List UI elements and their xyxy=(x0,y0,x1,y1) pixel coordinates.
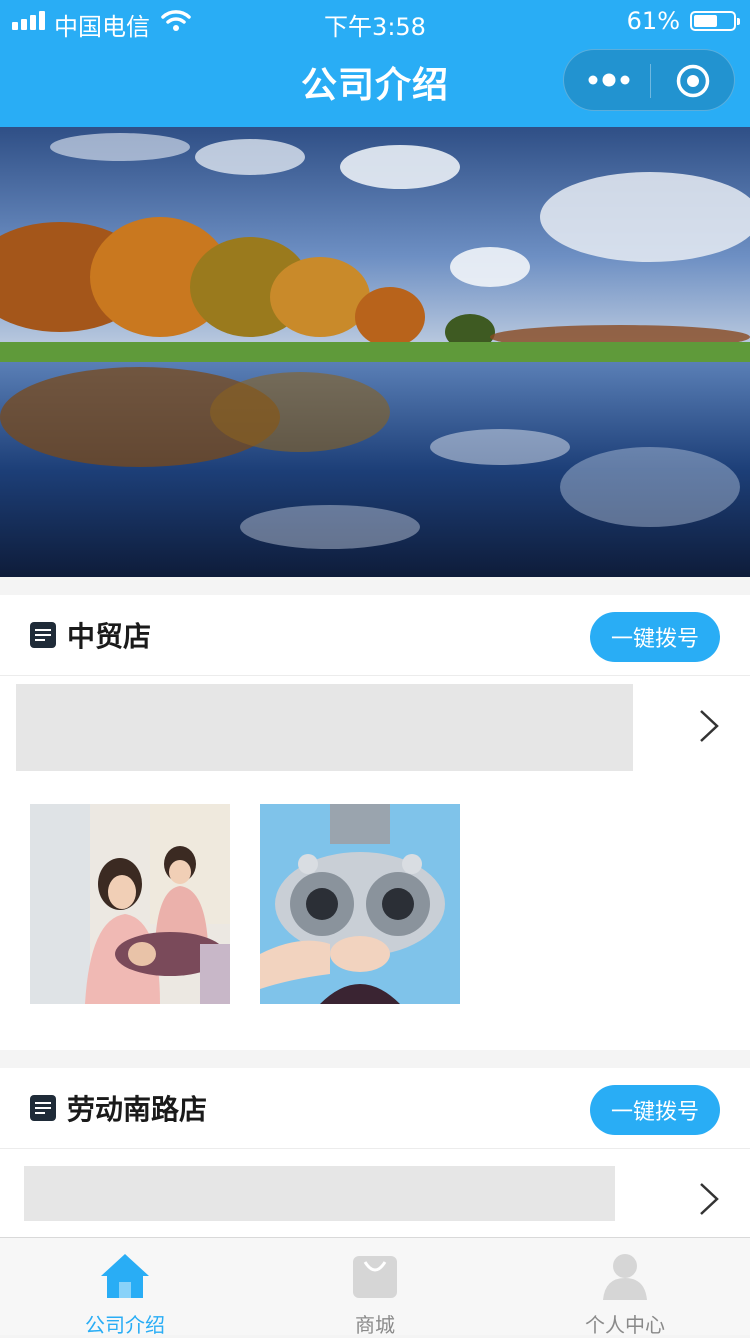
call-button[interactable]: 一键拨号 xyxy=(590,612,720,662)
document-icon xyxy=(30,1095,56,1121)
tab-mall[interactable]: 商城 xyxy=(250,1238,500,1337)
chevron-right-icon xyxy=(700,1183,719,1215)
banner-image xyxy=(0,127,750,577)
address-placeholder xyxy=(24,1166,615,1221)
more-dots-icon[interactable] xyxy=(586,69,632,91)
store-photos xyxy=(0,774,750,1050)
status-bar: 中国电信 下午3:58 61% xyxy=(0,0,750,42)
store-address-row[interactable] xyxy=(0,1149,750,1247)
battery-percent: 61% xyxy=(626,7,680,35)
eye-exam-photo[interactable] xyxy=(260,804,460,1004)
tab-company-intro[interactable]: 公司介绍 xyxy=(0,1238,250,1337)
capsule-divider xyxy=(650,64,651,98)
target-circle-icon[interactable] xyxy=(675,63,711,99)
store-card: 中贸店 一键拨号 xyxy=(0,595,750,1050)
document-icon xyxy=(30,622,56,648)
store-header: 中贸店 一键拨号 xyxy=(0,595,750,676)
store-name: 中贸店 xyxy=(67,620,152,653)
top-bar: 中国电信 下午3:58 61% 公司介绍 xyxy=(0,0,750,127)
home-icon xyxy=(101,1254,149,1298)
beauty-salon-photo[interactable] xyxy=(30,804,230,1004)
tab-bar: 公司介绍 商城 个人中心 xyxy=(0,1237,750,1337)
person-icon xyxy=(603,1254,647,1300)
shopping-bag-icon xyxy=(353,1256,397,1298)
battery-icon xyxy=(690,11,740,31)
tab-profile[interactable]: 个人中心 xyxy=(500,1238,750,1337)
store-address-row[interactable] xyxy=(0,676,750,774)
landscape-image xyxy=(0,127,750,577)
address-placeholder xyxy=(16,684,633,771)
store-name: 劳动南路店 xyxy=(67,1093,208,1126)
store-card: 劳动南路店 一键拨号 xyxy=(0,1068,750,1237)
call-button[interactable]: 一键拨号 xyxy=(590,1085,720,1135)
menu-capsule xyxy=(563,49,735,111)
store-header: 劳动南路店 一键拨号 xyxy=(0,1068,750,1149)
chevron-right-icon xyxy=(700,710,719,742)
